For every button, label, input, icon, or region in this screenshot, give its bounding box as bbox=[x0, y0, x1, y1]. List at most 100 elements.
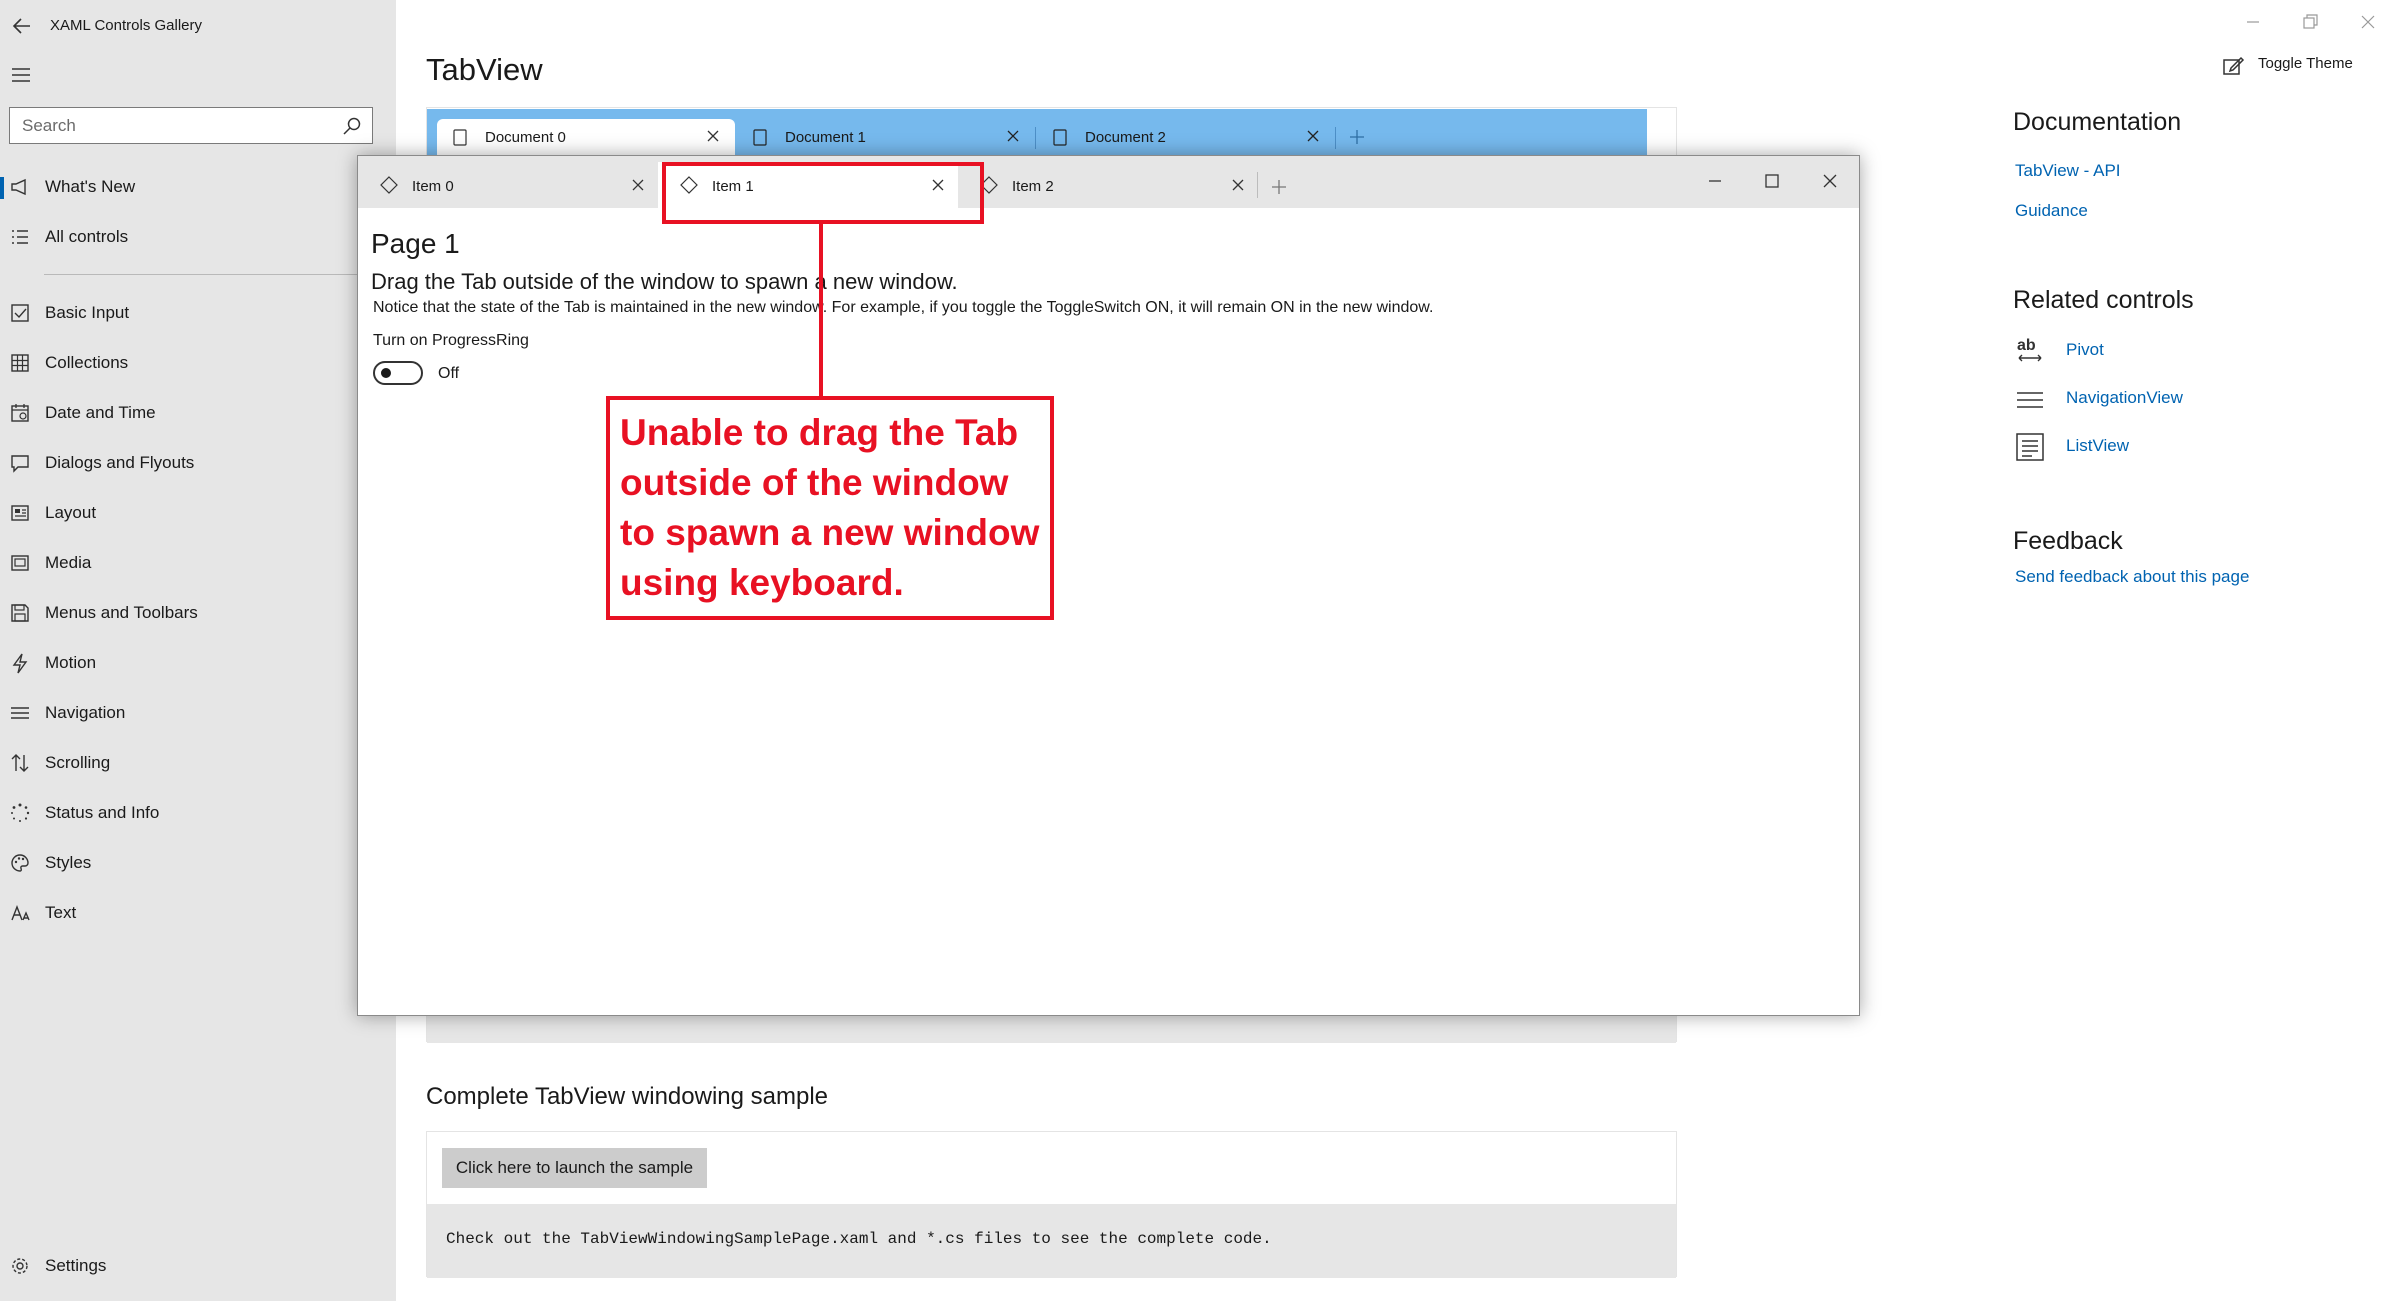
nav-item-date-and-time[interactable]: Date and Time bbox=[0, 393, 380, 433]
nav-item-label: Status and Info bbox=[45, 803, 160, 822]
code-note: Check out the TabViewWindowingSamplePage… bbox=[446, 1230, 1272, 1248]
close-tab-icon[interactable] bbox=[1005, 128, 1021, 144]
progressring-toggle-switch[interactable] bbox=[373, 361, 423, 385]
maximize-icon[interactable] bbox=[1761, 170, 1783, 192]
nav-item-all-controls[interactable]: All controls bbox=[0, 217, 380, 257]
restore-icon[interactable] bbox=[2300, 12, 2320, 32]
tab-separator bbox=[1035, 127, 1036, 149]
save-icon bbox=[11, 604, 29, 622]
tab-label: Item 2 bbox=[1012, 178, 1054, 195]
svg-text:ab: ab bbox=[2017, 337, 2036, 354]
minimize-icon[interactable] bbox=[1704, 170, 1726, 192]
nav-item-label: Styles bbox=[45, 853, 92, 872]
grid-icon bbox=[11, 354, 29, 372]
nav-item-label: Text bbox=[45, 903, 77, 922]
placeholder-icon bbox=[380, 176, 398, 194]
tab-item-0[interactable]: Item 0 bbox=[358, 162, 658, 208]
document-icon bbox=[753, 129, 767, 146]
add-tab-icon[interactable] bbox=[1348, 128, 1366, 146]
nav-item-collections[interactable]: Collections bbox=[0, 343, 380, 383]
nav-item-label: Layout bbox=[45, 503, 97, 522]
annotation-connector-line bbox=[819, 224, 823, 396]
toggle-theme-button[interactable]: Toggle Theme bbox=[2222, 52, 2362, 82]
search-input[interactable] bbox=[20, 115, 324, 137]
tab-document-1[interactable]: Document 1 bbox=[737, 119, 1036, 155]
document-tabstrip: Document 0 Document 1 Document 2 bbox=[427, 109, 1647, 155]
nav-item-status-and-info[interactable]: Status and Info bbox=[0, 793, 380, 833]
nav-item-label: Date and Time bbox=[45, 403, 156, 422]
nav-item-label: Motion bbox=[45, 653, 97, 672]
hamburger-menu-icon[interactable] bbox=[10, 64, 32, 86]
add-tab-icon[interactable] bbox=[1270, 178, 1288, 196]
nav-item-text[interactable]: Text bbox=[0, 893, 380, 933]
page-title: TabView bbox=[426, 52, 543, 87]
nav-item-label: Scrolling bbox=[45, 753, 111, 772]
document-icon bbox=[1053, 129, 1067, 146]
related-link-pivot[interactable]: Pivot bbox=[2066, 340, 2104, 360]
nav-item-dialogs-and-flyouts[interactable]: Dialogs and Flyouts bbox=[0, 443, 380, 483]
nav-item-layout[interactable]: Layout bbox=[0, 493, 380, 533]
close-tab-icon[interactable] bbox=[1230, 177, 1246, 193]
nav-item-menus-and-toolbars[interactable]: Menus and Toolbars bbox=[0, 593, 380, 633]
window-page-title: Page 1 bbox=[371, 228, 460, 259]
tab-document-2[interactable]: Document 2 bbox=[1037, 119, 1336, 155]
related-link-navigationview[interactable]: NavigationView bbox=[2066, 388, 2183, 408]
tab-label: Document 2 bbox=[1085, 129, 1166, 146]
tab-label: Document 1 bbox=[785, 129, 866, 146]
search-icon[interactable] bbox=[342, 116, 362, 136]
font-icon bbox=[11, 905, 30, 921]
nav-item-motion[interactable]: Motion bbox=[0, 643, 380, 683]
hamburger-icon bbox=[11, 707, 29, 719]
window-heading: Drag the Tab outside of the window to sp… bbox=[371, 269, 958, 294]
tab-separator bbox=[1335, 127, 1336, 149]
nav-item-label: Menus and Toolbars bbox=[45, 603, 198, 622]
back-arrow-icon[interactable] bbox=[10, 14, 34, 38]
megaphone-icon bbox=[11, 178, 26, 196]
nav-item-label: Collections bbox=[45, 353, 129, 372]
launch-sample-button[interactable]: Click here to launch the sample bbox=[442, 1148, 707, 1188]
nav-item-label: All controls bbox=[45, 227, 129, 246]
theme-brush-icon bbox=[2223, 56, 2245, 75]
window-titlebar[interactable]: Item 0 Item 1 Item 2 bbox=[358, 156, 1859, 208]
nav-item-basic-input[interactable]: Basic Input bbox=[0, 293, 380, 333]
toggle-knob bbox=[381, 368, 391, 378]
close-tab-icon[interactable] bbox=[630, 177, 646, 193]
nav-item-settings[interactable]: Settings bbox=[0, 1246, 380, 1286]
lightning-icon bbox=[12, 653, 28, 674]
document-icon bbox=[453, 129, 467, 146]
tabview-window: Item 0 Item 1 Item 2 Page 1 Drag the Tab… bbox=[357, 155, 1860, 1016]
tab-label: Document 0 bbox=[485, 129, 566, 146]
search-box[interactable] bbox=[9, 107, 373, 144]
checkbox-icon bbox=[11, 304, 29, 322]
toggle-theme-label: Toggle Theme bbox=[2258, 55, 2353, 72]
nav-item-styles[interactable]: Styles bbox=[0, 843, 380, 883]
nav-item-navigation[interactable]: Navigation bbox=[0, 693, 380, 733]
window-note: Notice that the state of the Tab is main… bbox=[373, 299, 1434, 316]
close-tab-icon[interactable] bbox=[705, 128, 721, 144]
annotation-text: Unable to drag the Tab outside of the wi… bbox=[620, 412, 1040, 603]
related-link-listview[interactable]: ListView bbox=[2066, 436, 2129, 456]
navigationview-icon bbox=[2015, 385, 2045, 415]
close-icon[interactable] bbox=[1819, 170, 1841, 192]
feedback-heading: Feedback bbox=[2013, 527, 2123, 555]
minimize-icon[interactable] bbox=[2243, 12, 2263, 32]
related-controls-heading: Related controls bbox=[2013, 286, 2194, 314]
annotation-callout: Unable to drag the Tab outside of the wi… bbox=[606, 396, 1054, 620]
close-icon[interactable] bbox=[2358, 12, 2378, 32]
guidance-link[interactable]: Guidance bbox=[2015, 201, 2088, 221]
updown-arrows-icon bbox=[11, 754, 29, 772]
tab-separator bbox=[1257, 172, 1258, 198]
nav-item-media[interactable]: Media bbox=[0, 543, 380, 583]
close-tab-icon[interactable] bbox=[1305, 128, 1321, 144]
nav-item-scrolling[interactable]: Scrolling bbox=[0, 743, 380, 783]
nav-item-whats-new[interactable]: What's New bbox=[0, 167, 380, 207]
tab-item-2[interactable]: Item 2 bbox=[958, 162, 1258, 208]
nav-item-label: What's New bbox=[45, 177, 136, 196]
progress-ring-icon bbox=[11, 803, 30, 822]
tab-document-0[interactable]: Document 0 bbox=[437, 119, 735, 155]
nav-item-label: Navigation bbox=[45, 703, 126, 722]
tabview-api-link[interactable]: TabView - API bbox=[2015, 161, 2121, 181]
list-icon bbox=[12, 230, 28, 244]
send-feedback-link[interactable]: Send feedback about this page bbox=[2015, 567, 2249, 587]
listview-icon bbox=[2015, 432, 2045, 462]
